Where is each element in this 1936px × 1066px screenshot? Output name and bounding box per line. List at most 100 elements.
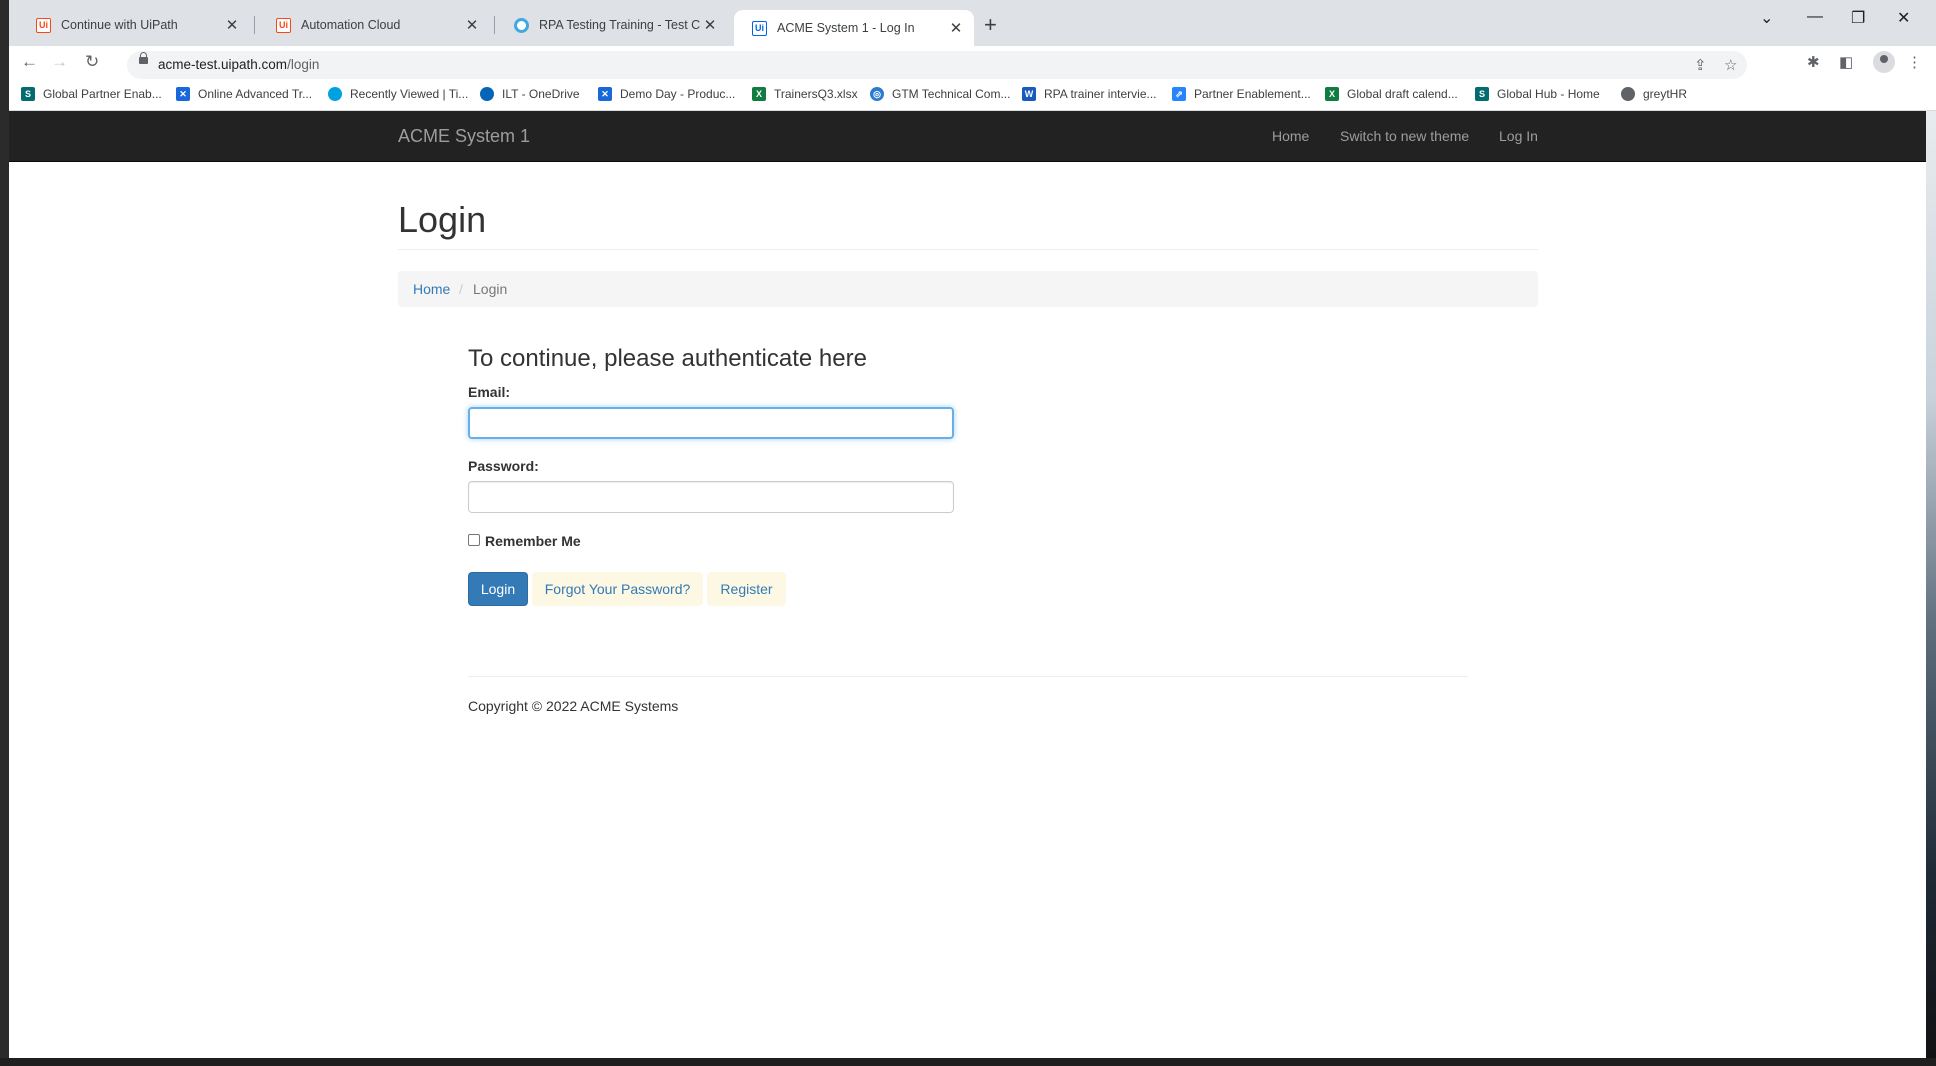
bookmark-label: RPA trainer intervie... — [1044, 87, 1157, 101]
bookmark-item[interactable]: W RPA trainer intervie... — [1022, 87, 1157, 101]
minimize-icon[interactable]: — — [1807, 8, 1823, 26]
bookmarks-bar: S Global Partner Enab... ✕ Online Advanced… — [9, 82, 1936, 111]
globe-icon — [1621, 87, 1635, 101]
login-button[interactable]: Login — [468, 572, 528, 606]
uipath-icon: Ui — [276, 17, 291, 33]
bookmark-item[interactable]: ⇗ Partner Enablement... — [1172, 87, 1311, 101]
tab-title: Continue with UiPath — [61, 18, 178, 32]
excel-icon: X — [1325, 87, 1339, 101]
sharepoint-icon: S — [1475, 87, 1489, 101]
side-panel-icon[interactable]: ◧ — [1839, 53, 1853, 71]
desktop-edge — [0, 0, 9, 1066]
browser-tabstrip: Ui Continue with UiPath ✕ Ui Automation … — [0, 0, 1936, 46]
tab-title: ACME System 1 - Log In — [777, 21, 915, 35]
uipath-icon: Ui — [36, 17, 51, 33]
sharepoint-icon: S — [21, 87, 35, 101]
bookmark-label: Demo Day - Produc... — [620, 87, 736, 101]
ring-icon — [514, 17, 529, 33]
bookmark-label: ILT - OneDrive — [502, 87, 580, 101]
bookmark-item[interactable]: S Global Partner Enab... — [21, 87, 162, 101]
desktop-wallpaper-edge — [1926, 111, 1936, 1066]
bookmark-item[interactable]: ◎ GTM Technical Com... — [870, 87, 1010, 101]
breadcrumb-current: Login — [473, 281, 508, 297]
browser-toolbar: ← → ↻ acme-test.uipath.com/login ⇪ ☆ ✱ ◧… — [9, 46, 1936, 82]
tab-continue-with-uipath[interactable]: Ui Continue with UiPath ✕ — [18, 10, 250, 40]
nav-login-link[interactable]: Log In — [1499, 128, 1538, 144]
email-field[interactable] — [468, 407, 954, 439]
tab-acme-login[interactable]: Ui ACME System 1 - Log In ✕ — [734, 10, 974, 46]
bookmark-item[interactable]: S Global Hub - Home — [1475, 87, 1600, 101]
share-icon[interactable]: ⇪ — [1694, 56, 1707, 74]
menu-icon[interactable]: ⋮ — [1907, 53, 1922, 71]
bookmark-item[interactable]: greytHR — [1621, 87, 1687, 101]
uipath-icon: Ui — [752, 20, 767, 36]
form-heading: To continue, please authenticate here — [468, 345, 867, 372]
bookmark-label: TrainersQ3.xlsx — [774, 87, 858, 101]
circle-icon: ◎ — [870, 87, 884, 101]
url-text[interactable]: acme-test.uipath.com/login — [158, 57, 319, 72]
reload-icon[interactable]: ↻ — [85, 52, 99, 72]
lock-icon — [139, 52, 148, 64]
close-icon[interactable]: ✕ — [462, 16, 482, 34]
breadcrumb-home-link[interactable]: Home — [413, 281, 450, 297]
extensions-icon[interactable]: ✱ — [1807, 53, 1820, 71]
word-icon: W — [1022, 87, 1036, 101]
nav-switch-theme-link[interactable]: Switch to new theme — [1340, 128, 1469, 144]
address-bar[interactable]: acme-test.uipath.com/login ⇪ ☆ — [127, 51, 1747, 79]
top-navbar: ACME System 1 Home Switch to new theme L… — [9, 111, 1926, 162]
nav-home-link[interactable]: Home — [1272, 128, 1309, 144]
divider — [398, 249, 1538, 250]
close-icon[interactable]: ✕ — [222, 16, 242, 34]
tab-search-icon[interactable]: ⌄ — [1760, 8, 1773, 28]
remember-me-label[interactable]: Remember Me — [485, 533, 581, 549]
tab-divider — [494, 16, 495, 34]
profile-avatar[interactable] — [1873, 51, 1895, 73]
bookmark-label: Global Hub - Home — [1497, 87, 1600, 101]
breadcrumb: Home / Login — [398, 271, 1538, 307]
bookmark-label: Online Advanced Tr... — [198, 87, 313, 101]
bookmark-label: greytHR — [1643, 87, 1688, 101]
register-link[interactable]: Register — [707, 572, 786, 606]
bookmark-item[interactable]: X Global draft calend... — [1325, 87, 1458, 101]
bookmark-label: GTM Technical Com... — [892, 87, 1011, 101]
footer-copyright: Copyright © 2022 ACME Systems — [468, 698, 679, 714]
windows-taskbar — [0, 1058, 1936, 1066]
bookmark-item[interactable]: X TrainersQ3.xlsx — [752, 87, 858, 101]
salesforce-icon — [328, 87, 342, 101]
close-icon[interactable]: ✕ — [946, 19, 966, 37]
confluence-icon: ✕ — [598, 87, 612, 101]
onedrive-icon — [480, 87, 494, 101]
new-tab-button[interactable]: + — [984, 12, 997, 38]
restore-icon[interactable]: ❐ — [1851, 8, 1865, 28]
password-field[interactable] — [468, 481, 954, 513]
star-icon[interactable]: ☆ — [1724, 56, 1737, 74]
brand-link[interactable]: ACME System 1 — [398, 126, 530, 147]
password-label: Password: — [468, 458, 539, 474]
acme-page: ACME System 1 Home Switch to new theme L… — [9, 111, 1926, 1058]
bookmark-item[interactable]: Recently Viewed | Ti... — [328, 87, 468, 101]
bookmark-item[interactable]: ✕ Demo Day - Produc... — [598, 87, 735, 101]
tab-title: Automation Cloud — [301, 18, 401, 32]
close-icon[interactable]: ✕ — [700, 16, 720, 34]
forgot-password-link[interactable]: Forgot Your Password? — [532, 572, 703, 606]
back-icon[interactable]: ← — [21, 52, 38, 72]
excel-icon: X — [752, 87, 766, 101]
bookmark-label: Partner Enablement... — [1194, 87, 1311, 101]
breadcrumb-separator: / — [459, 281, 463, 297]
window-close-icon[interactable]: ✕ — [1897, 8, 1910, 28]
tab-divider — [254, 16, 255, 34]
page-title: Login — [398, 199, 487, 240]
bookmark-label: Recently Viewed | Ti... — [350, 87, 469, 101]
jira-icon: ⇗ — [1172, 87, 1186, 101]
remember-me-checkbox[interactable] — [468, 534, 480, 546]
bookmark-label: Global draft calend... — [1347, 87, 1458, 101]
tab-automation-cloud[interactable]: Ui Automation Cloud ✕ — [258, 10, 490, 40]
forward-icon[interactable]: → — [51, 52, 68, 72]
confluence-icon: ✕ — [176, 87, 190, 101]
bookmark-item[interactable]: ILT - OneDrive — [480, 87, 580, 101]
footer-divider — [468, 676, 1468, 677]
email-label: Email: — [468, 384, 511, 400]
bookmark-item[interactable]: ✕ Online Advanced Tr... — [176, 87, 312, 101]
tab-title: RPA Testing Training - Test Cases — [539, 18, 700, 32]
tab-rpa-testing-training[interactable]: RPA Testing Training - Test Cases ✕ — [496, 10, 728, 40]
